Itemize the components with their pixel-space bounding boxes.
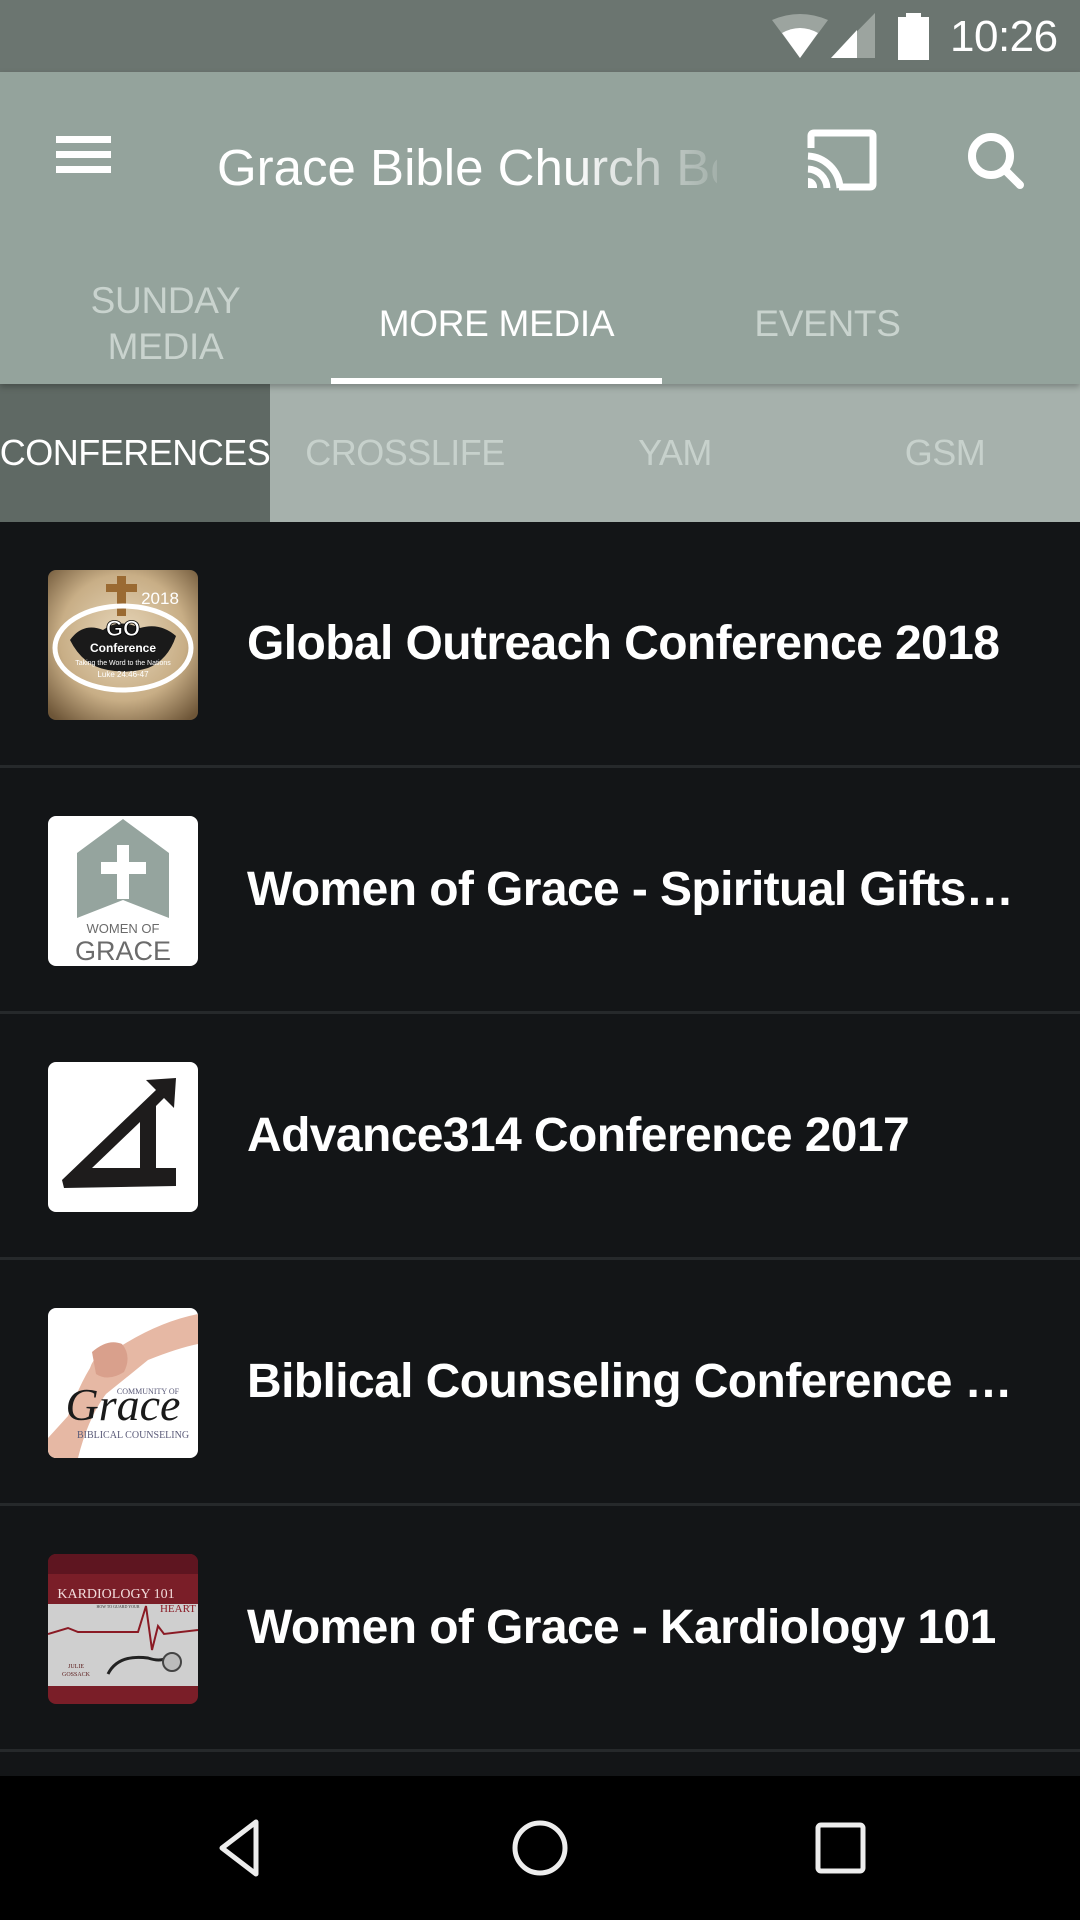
go-conference-2018-thumbnail: 2018 GO Conference Taking the Word to th… bbox=[48, 570, 198, 720]
home-button[interactable] bbox=[480, 1800, 600, 1896]
tab-more-media[interactable]: MORE MEDIA bbox=[331, 264, 662, 384]
active-tab-indicator bbox=[331, 378, 662, 384]
list-item[interactable]: COMMUNITY OF Grace BIBLICAL COUNSELING B… bbox=[0, 1260, 1080, 1506]
biblical-counseling-thumbnail: COMMUNITY OF Grace BIBLICAL COUNSELING bbox=[48, 1308, 198, 1458]
svg-text:2018: 2018 bbox=[141, 589, 179, 608]
svg-text:JULIE: JULIE bbox=[68, 1664, 84, 1670]
svg-text:GO: GO bbox=[106, 616, 140, 641]
svg-text:Luke 24:46-47: Luke 24:46-47 bbox=[97, 670, 149, 679]
cast-icon bbox=[807, 129, 877, 191]
women-of-grace-thumbnail: WOMEN OF GRACE bbox=[48, 816, 198, 966]
status-bar: 10:26 bbox=[0, 0, 1080, 72]
recents-icon bbox=[815, 1822, 866, 1874]
subtab-conferences[interactable]: CONFERENCES bbox=[0, 384, 271, 522]
list-item[interactable]: 2018 GO Conference Taking the Word to th… bbox=[0, 522, 1080, 768]
recents-button[interactable] bbox=[780, 1800, 900, 1896]
tab-events[interactable]: EVENTS bbox=[662, 264, 993, 384]
sub-tab-bar: CONFERENCES CROSSLIFE YAM GSM bbox=[0, 384, 1080, 522]
subtab-gsm[interactable]: GSM bbox=[810, 384, 1080, 522]
wifi-icon bbox=[772, 14, 828, 58]
svg-text:KARDIOLOGY 101: KARDIOLOGY 101 bbox=[57, 1587, 174, 1602]
list-item[interactable]: Advance314 Conference 2017 bbox=[0, 1014, 1080, 1260]
cell-signal-icon bbox=[831, 13, 875, 58]
list-item[interactable]: KARDIOLOGY 101 HOW TO GUARD YOUR HEART J… bbox=[0, 1506, 1080, 1752]
home-icon bbox=[512, 1820, 568, 1876]
system-navigation-bar bbox=[0, 1776, 1080, 1920]
conference-list: 2018 GO Conference Taking the Word to th… bbox=[0, 522, 1080, 1776]
svg-text:HOW TO GUARD YOUR: HOW TO GUARD YOUR bbox=[96, 1604, 139, 1609]
search-button[interactable] bbox=[948, 116, 1044, 212]
tab-sunday-media[interactable]: SUNDAY MEDIA bbox=[0, 264, 331, 384]
search-icon bbox=[968, 133, 1024, 189]
app-toolbar: Grace Bible Church Bozeman SUNDAY MEDIA … bbox=[0, 72, 1080, 384]
hamburger-menu-icon[interactable] bbox=[40, 128, 128, 216]
main-tab-bar: SUNDAY MEDIA MORE MEDIA EVENTS bbox=[0, 264, 1080, 384]
battery-icon bbox=[898, 13, 929, 60]
app-title: Grace Bible Church Bozeman bbox=[217, 139, 717, 196]
svg-text:Grace: Grace bbox=[66, 1379, 181, 1430]
svg-text:HEART: HEART bbox=[160, 1603, 196, 1615]
kardiology-101-thumbnail: KARDIOLOGY 101 HOW TO GUARD YOUR HEART J… bbox=[48, 1554, 198, 1704]
svg-text:Conference: Conference bbox=[90, 641, 156, 655]
subtab-crosslife[interactable]: CROSSLIFE bbox=[270, 384, 540, 522]
svg-text:GOSSACK: GOSSACK bbox=[62, 1672, 91, 1678]
svg-text:Taking the Word to the Nations: Taking the Word to the Nations bbox=[75, 660, 171, 667]
list-item-title: Advance314 Conference 2017 bbox=[247, 1109, 910, 1162]
back-icon bbox=[219, 1819, 259, 1877]
cast-button[interactable] bbox=[792, 116, 888, 212]
list-item-title: Women of Grace - Spiritual Gifts Confere… bbox=[247, 863, 1017, 916]
svg-text:BIBLICAL COUNSELING: BIBLICAL COUNSELING bbox=[77, 1430, 189, 1441]
clock: 10:26 bbox=[950, 12, 1058, 61]
svg-text:WOMEN OF: WOMEN OF bbox=[87, 921, 160, 936]
list-item-title: Women of Grace - Kardiology 101 bbox=[247, 1601, 996, 1654]
list-item[interactable]: WOMEN OF GRACE Women of Grace - Spiritua… bbox=[0, 768, 1080, 1014]
list-item-title: Biblical Counseling Conference 2017 bbox=[247, 1355, 1017, 1408]
back-button[interactable] bbox=[180, 1800, 300, 1896]
subtab-yam[interactable]: YAM bbox=[540, 384, 810, 522]
list-item-title: Global Outreach Conference 2018 bbox=[247, 617, 1000, 670]
svg-text:GRACE: GRACE bbox=[75, 936, 171, 966]
advance314-thumbnail bbox=[48, 1062, 198, 1212]
